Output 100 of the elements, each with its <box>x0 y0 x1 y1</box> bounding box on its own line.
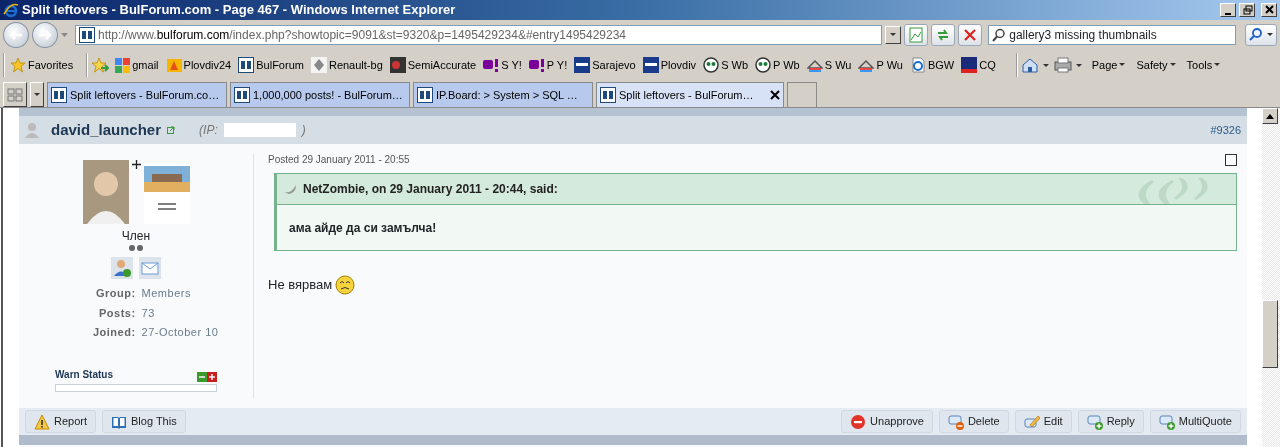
restore-button[interactable] <box>1239 3 1255 17</box>
bookmark-link[interactable]: SemiAccurate <box>387 56 479 74</box>
speech-plus-icon <box>1086 413 1103 430</box>
member-title: Член <box>121 228 151 245</box>
bookmark-link[interactable]: Plovdiv24 <box>163 56 234 74</box>
address-field[interactable]: http://www.bulforum.com/index.php?showtopic=9091&st=9320&p=1495429234&#entry1495429234 <box>74 25 883 45</box>
search-field[interactable]: gallery3 missing thumbnails <box>988 25 1237 45</box>
field-label: Group: <box>94 286 136 301</box>
field-label: Posts: <box>97 305 136 321</box>
field-value: Members <box>141 286 191 301</box>
bookmark-link[interactable]: Plovdiv <box>640 56 699 74</box>
bookmark-link[interactable]: P Wu <box>856 56 905 74</box>
select-checkbox[interactable] <box>1225 153 1237 166</box>
ip-label: (IP: <box>199 122 218 139</box>
search-icon <box>992 28 1007 42</box>
up-arrow-icon <box>1266 113 1274 119</box>
action-button[interactable]: MultiQuote <box>1149 410 1241 433</box>
plus-icon[interactable] <box>207 371 217 382</box>
forward-button[interactable] <box>32 22 58 48</box>
field-value: 73 <box>141 305 155 321</box>
home-icon[interactable] <box>1020 57 1051 73</box>
favorites-button[interactable]: Favorites <box>8 56 84 74</box>
round-face-icon <box>703 57 720 73</box>
caret-icon <box>1214 63 1222 67</box>
minimize-button[interactable] <box>1220 3 1236 17</box>
stop-button[interactable] <box>958 24 983 46</box>
grid-icon <box>7 87 23 102</box>
bookmark-link[interactable]: S Y! <box>481 56 524 74</box>
add-contact-icon[interactable] <box>111 257 133 279</box>
logo-icon <box>78 27 95 43</box>
action-button[interactable]: Blog This <box>102 410 186 433</box>
bookmark-link[interactable]: BulForum <box>236 56 306 74</box>
logo-icon <box>234 87 250 103</box>
warning-icon <box>34 413 50 430</box>
logo-icon <box>417 87 433 103</box>
grid-icon <box>114 57 131 73</box>
page-icon <box>909 57 926 73</box>
scroll-thumb[interactable] <box>1262 300 1278 368</box>
minus-icon[interactable] <box>197 371 207 382</box>
round-face-icon <box>755 57 772 73</box>
warn-label: Warn Status <box>55 367 114 382</box>
menu-button[interactable]: Safety <box>1134 56 1179 74</box>
menu-button[interactable]: Page <box>1089 56 1129 74</box>
arrow-icon <box>283 184 297 194</box>
bookmark-link[interactable]: P Y! <box>526 56 570 74</box>
bookmark-link[interactable]: P Wb <box>753 56 802 74</box>
bookmark-link[interactable]: Sarajevo <box>572 56 638 74</box>
pencil-speech-icon <box>1023 413 1040 430</box>
browser-tab[interactable]: Split leftovers - BulForum… <box>596 82 784 107</box>
square-icon <box>961 57 978 73</box>
bookmark-link[interactable]: CQ <box>959 56 998 74</box>
field-value: 27-October 10 <box>141 325 219 340</box>
close-icon <box>962 27 979 43</box>
menu-button[interactable]: Tools <box>1184 56 1224 74</box>
diamond-icon <box>310 57 327 73</box>
search-text: gallery3 missing thumbnails <box>1009 27 1157 44</box>
window-title: Split leftovers - BulForum.com - Page 467 - Windows Internet Explorer <box>22 1 457 20</box>
bookmark-link[interactable]: S Wb <box>701 56 751 74</box>
caret-icon <box>889 33 897 37</box>
browser-tab[interactable]: 1,000,000 posts! - BulForum… <box>230 82 410 107</box>
logo-icon <box>600 87 616 103</box>
post-number-link[interactable]: #9326 <box>1210 121 1241 139</box>
bookmark-link[interactable]: Renault-bg <box>308 56 385 74</box>
action-button[interactable]: Unapprove <box>841 410 933 433</box>
logo-icon <box>238 57 255 73</box>
browser-tab[interactable]: IP.Board: > System > SQL … <box>413 82 593 107</box>
printer-icon[interactable] <box>1053 57 1084 73</box>
close-icon[interactable] <box>770 90 780 100</box>
close-button[interactable] <box>1261 3 1277 17</box>
scroll-up-button[interactable] <box>1262 108 1278 124</box>
action-button[interactable]: Reply <box>1077 410 1144 433</box>
tab-list-button[interactable] <box>30 82 44 107</box>
close-icon <box>1263 5 1275 15</box>
logo-icon <box>51 87 67 103</box>
roof-icon <box>806 57 823 73</box>
search-button[interactable] <box>1245 24 1277 46</box>
smiley-icon <box>335 275 356 295</box>
bookmark-link[interactable]: S Wu <box>804 56 854 74</box>
action-button[interactable]: Delete <box>938 410 1009 433</box>
speech-minus-icon <box>947 413 964 430</box>
plus-icon <box>131 160 141 169</box>
back-button[interactable] <box>3 22 29 48</box>
refresh-button[interactable] <box>931 24 956 46</box>
browser-icon <box>3 2 19 18</box>
bookmark-link[interactable]: BGW <box>907 56 957 74</box>
browser-tab[interactable]: Split leftovers - BulForum.co… <box>47 82 227 107</box>
flame-icon <box>165 57 182 73</box>
scrollbar[interactable] <box>1262 108 1280 447</box>
quick-tabs-button[interactable] <box>3 82 27 107</box>
restore-icon <box>1241 5 1253 15</box>
search-icon <box>1248 28 1274 42</box>
action-button[interactable]: Edit <box>1014 410 1072 433</box>
star-icon <box>10 57 26 73</box>
username-link[interactable]: david_launcher <box>51 118 162 142</box>
dropdown-button[interactable] <box>885 26 902 44</box>
square-icon <box>642 57 659 73</box>
field-label: Joined: <box>91 325 136 340</box>
action-button[interactable]: Report <box>25 410 97 433</box>
bookmark-link[interactable]: gmail <box>112 56 161 74</box>
quote-citation: NetZombie, on 29 January 2011 - 20:44, said: <box>303 181 558 198</box>
